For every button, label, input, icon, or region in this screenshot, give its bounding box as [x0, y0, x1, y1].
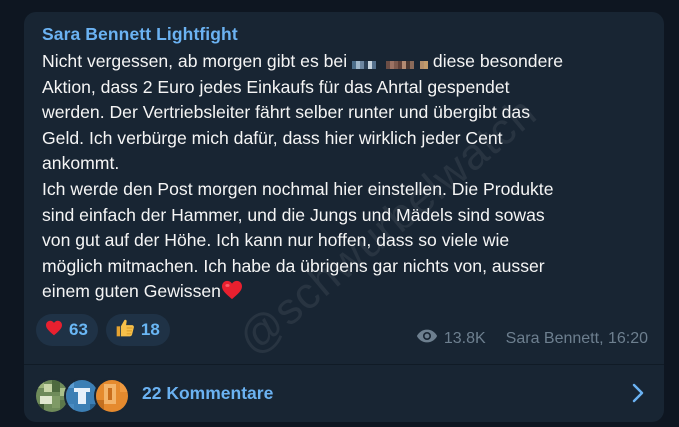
red-heart-icon	[45, 320, 63, 341]
reaction-heart-button[interactable]: 63	[36, 314, 98, 346]
message-line-5: ankommt.	[42, 153, 120, 174]
post-signature: Sara Bennett, 16:20	[505, 329, 648, 347]
avatar	[94, 377, 130, 414]
heart-emoji-icon	[221, 280, 243, 308]
comments-button[interactable]: 22 Kommentare	[24, 365, 664, 422]
message-line-1: Nicht vergessen, ab morgen gibt es bei d…	[42, 49, 654, 75]
message-line-4: Geld. Ich verbürge mich dafür, dass hier…	[42, 127, 503, 148]
reaction-count: 18	[140, 320, 160, 339]
reactions-bar: 63 18	[36, 314, 170, 346]
commenter-avatars	[34, 376, 130, 414]
message-line-8: von gut auf der Höhe. Ich kann nur hoffe…	[42, 230, 510, 251]
reaction-count: 63	[69, 320, 88, 339]
message-bubble: Sara Bennett Lightfight Nicht vergessen,…	[24, 12, 664, 422]
pixelated-store-name	[352, 51, 429, 69]
message-line-10: einem guten Gewissen	[42, 279, 654, 308]
message-line-3: werden. Der Vertriebsleiter fährt selber…	[42, 102, 530, 123]
views-count: 13.8K	[443, 329, 486, 347]
message-text: Nicht vergessen, ab morgen gibt es bei d…	[42, 49, 654, 308]
message-meta: 13.8K Sara Bennett, 16:20	[416, 328, 648, 349]
text-segment: diese besondere	[432, 51, 564, 71]
message-line-7: sind einfach der Hammer, und die Jungs u…	[42, 204, 545, 225]
eye-icon	[416, 328, 438, 349]
message-line-2: Aktion, dass 2 Euro jedes Einkaufs für d…	[42, 76, 510, 97]
reaction-thumbs-up-button[interactable]: 18	[105, 314, 170, 346]
author-name[interactable]: Sara Bennett Lightfight	[42, 24, 238, 45]
thumbs-up-icon	[115, 318, 135, 343]
message-line-9: möglich mitmachen. Ich habe da übrigens …	[42, 255, 545, 276]
comments-count-label: 22 Kommentare	[142, 383, 274, 403]
message-line-6: Ich werde den Post morgen nochmal hier e…	[42, 178, 554, 199]
text-segment: einem guten Gewissen	[42, 281, 221, 302]
chevron-right-icon	[632, 383, 644, 408]
text-segment: Nicht vergessen, ab morgen gibt es bei	[42, 51, 348, 71]
